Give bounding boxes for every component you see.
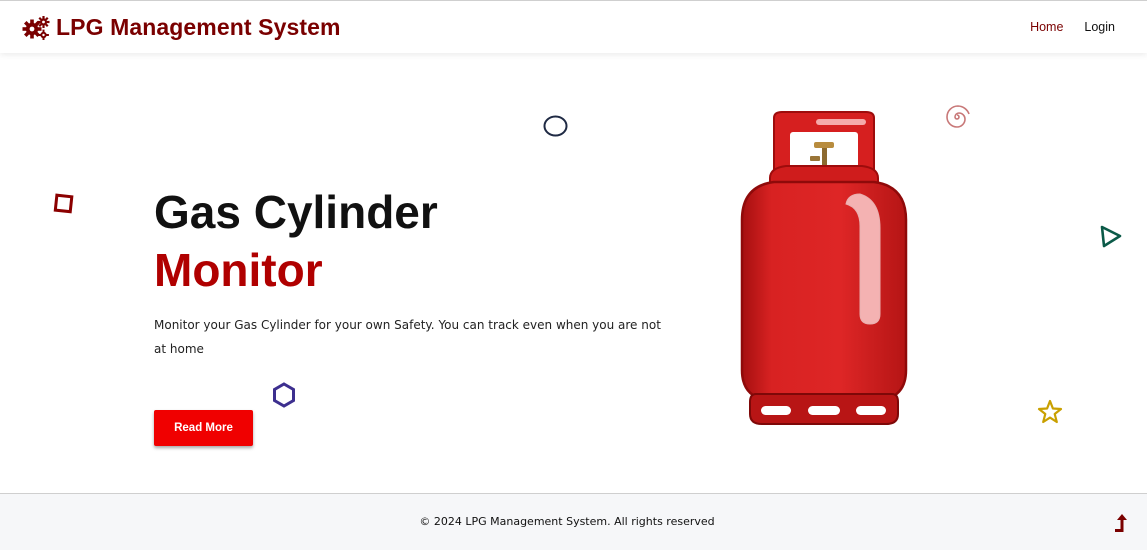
star-shape-icon bbox=[1037, 399, 1063, 424]
page: LPG Management System Home Login Gas Cyl… bbox=[0, 0, 1147, 550]
hero-description: Monitor your Gas Cylinder for your own S… bbox=[154, 318, 661, 356]
read-more-button[interactable]: Read More bbox=[154, 410, 253, 446]
triangle-shape-icon bbox=[1100, 225, 1122, 248]
brand-title[interactable]: LPG Management System bbox=[56, 14, 341, 41]
navbar: LPG Management System Home Login bbox=[0, 0, 1147, 53]
hero-title: Gas Cylinder Monitor bbox=[154, 183, 438, 299]
footer: © 2024 LPG Management System. All rights… bbox=[0, 493, 1147, 550]
brand-link[interactable]: LPG Management System bbox=[22, 14, 341, 41]
spiral-shape-icon bbox=[946, 105, 970, 128]
hexagon-shape-icon bbox=[273, 382, 295, 408]
hero-title-line2: Monitor bbox=[154, 244, 323, 296]
arrow-up-icon[interactable] bbox=[1113, 513, 1127, 533]
nav-home-link[interactable]: Home bbox=[1030, 20, 1063, 34]
gas-cylinder-icon bbox=[740, 111, 908, 425]
square-shape-icon bbox=[53, 193, 74, 214]
cogs-icon bbox=[22, 16, 50, 40]
hero-title-line1: Gas Cylinder bbox=[154, 186, 438, 238]
nav-login-link[interactable]: Login bbox=[1084, 20, 1115, 34]
circle-shape-icon bbox=[543, 115, 568, 137]
main-nav: Home Login bbox=[1030, 20, 1115, 34]
footer-copyright: © 2024 LPG Management System. All rights… bbox=[419, 515, 715, 528]
